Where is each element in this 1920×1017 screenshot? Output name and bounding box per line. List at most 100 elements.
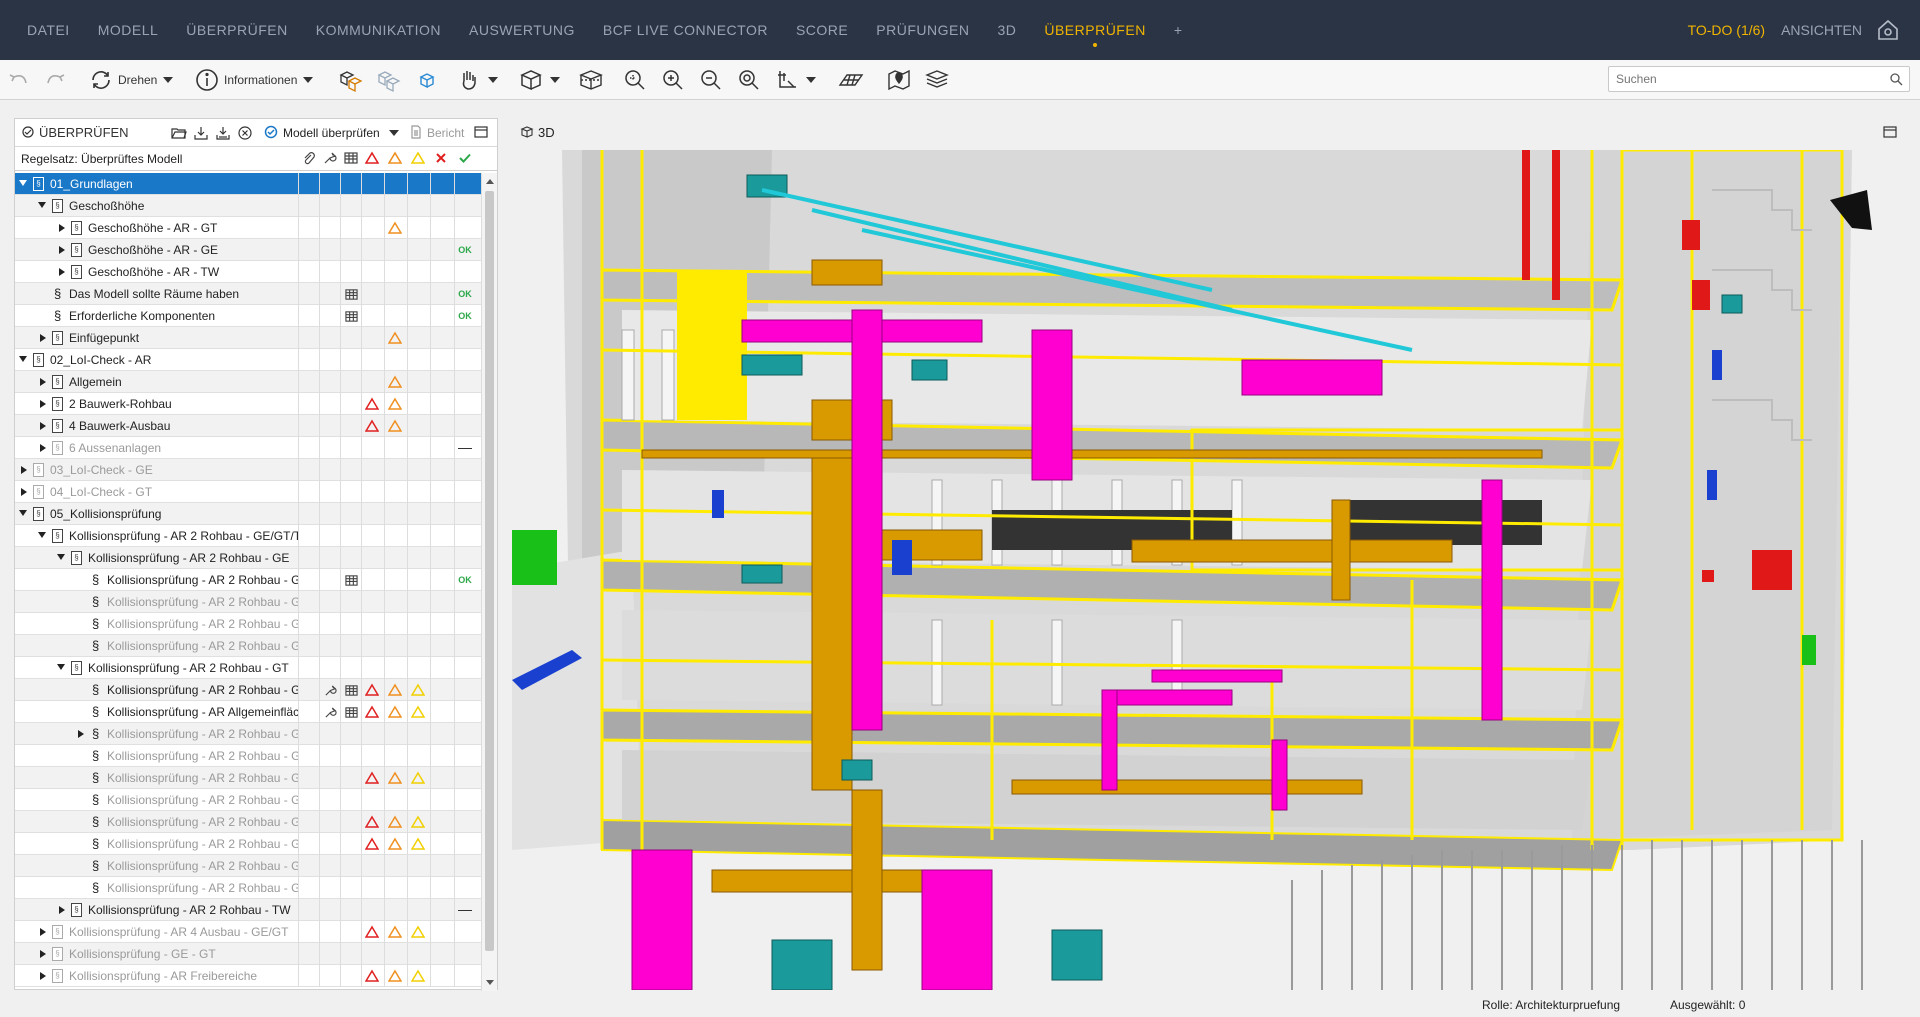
tree-scrollbar[interactable] [481,173,497,991]
table-icon[interactable] [344,679,358,701]
chevron-down-icon[interactable] [389,130,399,136]
tree-row[interactable]: § Kollisionsprüfung - AR 4 Ausbau - GE/GT [15,921,481,943]
export-icon[interactable] [193,125,209,141]
tree-row[interactable]: § Kollisionsprüfung - AR 2 Rohbau - GT [15,811,481,833]
expand-open-icon[interactable] [57,554,65,560]
tree-row[interactable]: § Erforderliche Komponenten OK [15,305,481,327]
tree-row[interactable]: § Kollisionsprüfung - AR 2 Rohbau - GE [15,591,481,613]
tree-row[interactable]: § Geschoßhöhe - AR - TW [15,261,481,283]
wrench-icon[interactable] [323,679,337,701]
tree-row[interactable]: § Kollisionsprüfung - AR 2 Rohbau - GE/GT… [15,525,481,547]
tree-row[interactable]: § Geschoßhöhe - AR - GT [15,217,481,239]
expand-closed-icon[interactable] [59,246,65,254]
tree-row[interactable]: § Das Modell sollte Räume haben OK [15,283,481,305]
tree-row[interactable]: § 05_Kollisionsprüfung [15,503,481,525]
tree-row[interactable]: § Kollisionsprüfung - AR 2 Rohbau - GT [15,855,481,877]
todo-counter[interactable]: TO-DO (1/6) [1688,22,1766,38]
menu-item-7[interactable]: SCORE [782,0,862,60]
menu-item-6[interactable]: BCF LIVE CONNECTOR [589,0,782,60]
tree-row[interactable]: § Kollisionsprüfung - AR 2 Rohbau - GT [15,789,481,811]
expand-closed-icon[interactable] [59,906,65,914]
menu-item-2[interactable]: MODELL [84,0,173,60]
tree-row[interactable]: § 02_LoI-Check - AR [15,349,481,371]
cancel-icon[interactable] [237,125,253,141]
check-model-button[interactable]: Modell überprüfen [283,126,380,140]
building-model-canvas[interactable] [512,150,1909,990]
zoom-fit-button[interactable] [622,64,648,96]
expand-closed-icon[interactable] [59,268,65,276]
menu-item-3[interactable]: ÜBERPRÜFEN [172,0,301,60]
zoom-in-button[interactable] [660,64,686,96]
tree-row[interactable]: § Kollisionsprüfung - AR 2 Rohbau - GT [15,679,481,701]
expand-open-icon[interactable] [19,356,27,362]
tree-row[interactable]: § Kollisionsprüfung - AR 2 Rohbau - GE [15,635,481,657]
expand-closed-icon[interactable] [59,224,65,232]
tree-row[interactable]: § Kollisionsprüfung - AR 2 Rohbau - GT [15,745,481,767]
tree-row[interactable]: § 01_Grundlagen [15,173,481,195]
tree-row[interactable]: § Kollisionsprüfung - AR 2 Rohbau - GE [15,613,481,635]
section-box-button[interactable] [578,64,604,96]
menu-item-4[interactable]: KOMMUNIKATION [302,0,455,60]
expand-closed-icon[interactable] [78,730,84,738]
expand-closed-icon[interactable] [40,972,46,980]
floor-plan-button[interactable] [838,64,864,96]
tree-row[interactable]: § 4 Bauwerk-Ausbau [15,415,481,437]
tree-row[interactable]: § Kollisionsprüfung - AR 2 Rohbau - GE OK [15,569,481,591]
table-icon[interactable] [344,283,358,305]
tree-row[interactable]: § 2 Bauwerk-Rohbau [15,393,481,415]
menu-item-5[interactable]: AUSWERTUNG [455,0,589,60]
table-icon[interactable] [344,701,358,723]
tree-row[interactable]: § Geschoßhöhe [15,195,481,217]
redo-button[interactable] [42,64,68,96]
menu-item-9[interactable]: 3D [983,0,1030,60]
search-icon[interactable] [1889,72,1903,86]
tree-row[interactable]: § Kollisionsprüfung - AR 2 Rohbau - GT [15,723,481,745]
tree-row[interactable]: § 04_LoI-Check - GT [15,481,481,503]
scroll-down-icon[interactable] [486,980,494,985]
menu-item-11[interactable]: + [1160,0,1197,60]
tree-row[interactable]: § Kollisionsprüfung - AR 2 Rohbau - GT [15,657,481,679]
menu-item-10[interactable]: ÜBERPRÜFEN [1030,0,1159,60]
select-mode-dropdown[interactable] [456,64,498,96]
rotate-dropdown[interactable]: Drehen [88,64,174,96]
tree-row[interactable]: § Kollisionsprüfung - AR 2 Rohbau - GT [15,833,481,855]
expand-closed-icon[interactable] [40,422,46,430]
menu-item-1[interactable]: DATEI [0,0,84,60]
show-all-button[interactable] [338,64,364,96]
expand-open-icon[interactable] [38,532,46,538]
expand-open-icon[interactable] [19,180,27,186]
home-settings-icon[interactable] [1876,18,1900,42]
expand-closed-icon[interactable] [40,334,46,342]
map-marker-button[interactable] [886,64,912,96]
expand-closed-icon[interactable] [40,928,46,936]
undo-button[interactable] [6,64,32,96]
expand-closed-icon[interactable] [21,466,27,474]
zoom-selection-button[interactable] [736,64,762,96]
information-dropdown[interactable]: Informationen [194,64,314,96]
tree-row[interactable]: § Kollisionsprüfung - GE - GT [15,943,481,965]
tree-row[interactable]: § Einfügepunkt [15,327,481,349]
menu-item-8[interactable]: PRÜFUNGEN [862,0,983,60]
search-input[interactable] [1609,67,1869,91]
tree-row[interactable]: § Kollisionsprüfung - AR 2 Rohbau - GT [15,877,481,899]
expand-closed-icon[interactable] [40,400,46,408]
layers-button[interactable] [924,64,950,96]
tree-row[interactable]: § Kollisionsprüfung - AR Allgemeinfläche [15,701,481,723]
expand-open-icon[interactable] [19,510,27,516]
tree-row[interactable]: § Kollisionsprüfung - AR 2 Rohbau - GE [15,547,481,569]
tree-row[interactable]: § Kollisionsprüfung - AR Freibereiche [15,965,481,987]
tree-row[interactable]: § Kollisionsprüfung - AR 2 Rohbau - TW [15,899,481,921]
expand-closed-icon[interactable] [21,488,27,496]
measure-dropdown[interactable] [774,64,816,96]
scroll-up-icon[interactable] [486,179,494,184]
expand-closed-icon[interactable] [40,378,46,386]
views-menu[interactable]: ANSICHTEN [1781,22,1862,38]
download-icon[interactable] [215,125,231,141]
expand-closed-icon[interactable] [40,444,46,452]
expand-open-icon[interactable] [57,664,65,670]
tree-row[interactable]: § Kollisionsprüfung - AR 2 Rohbau - GT [15,767,481,789]
tree-row[interactable]: § Allgemein [15,371,481,393]
isolate-button[interactable] [414,64,440,96]
tree-row[interactable]: § 6 Aussenanlagen [15,437,481,459]
panel-layout-icon[interactable] [474,125,488,139]
